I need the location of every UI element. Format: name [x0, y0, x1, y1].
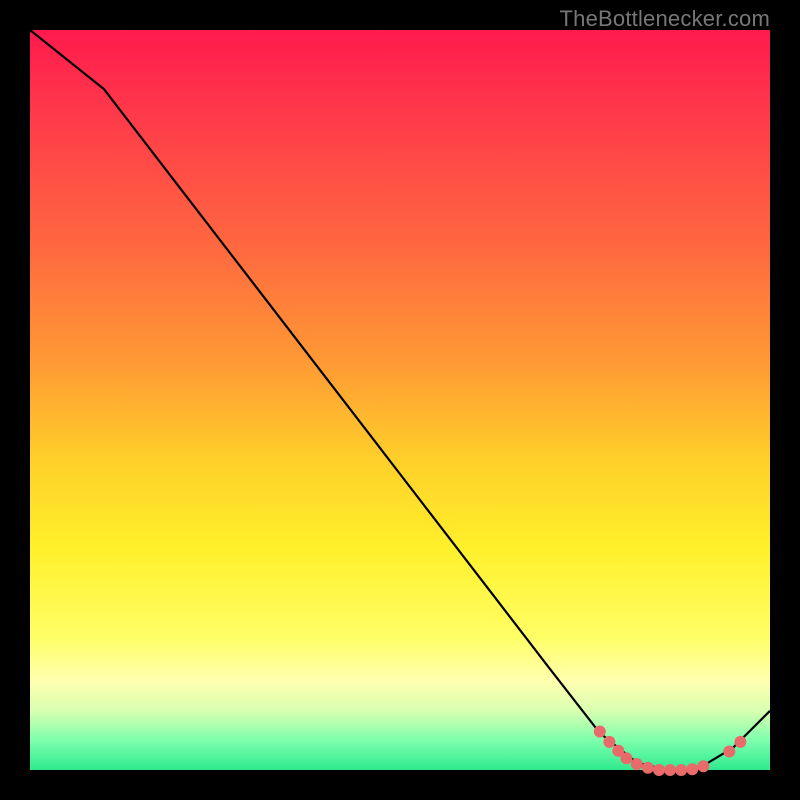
data-marker — [723, 746, 735, 758]
data-marker — [675, 764, 687, 776]
data-marker — [631, 758, 643, 770]
data-marker — [686, 763, 698, 775]
curve-line — [30, 30, 770, 770]
plot-area — [30, 30, 770, 770]
data-marker — [620, 752, 632, 764]
data-marker — [653, 764, 665, 776]
data-marker — [642, 762, 654, 774]
data-marker — [664, 764, 676, 776]
attribution-label: TheBottlenecker.com — [560, 6, 770, 32]
data-marker — [734, 736, 746, 748]
chart-svg — [30, 30, 770, 770]
data-marker — [697, 760, 709, 772]
marker-layer — [594, 726, 747, 777]
data-marker — [594, 726, 606, 738]
data-marker — [603, 736, 615, 748]
chart-frame: TheBottlenecker.com — [0, 0, 800, 800]
